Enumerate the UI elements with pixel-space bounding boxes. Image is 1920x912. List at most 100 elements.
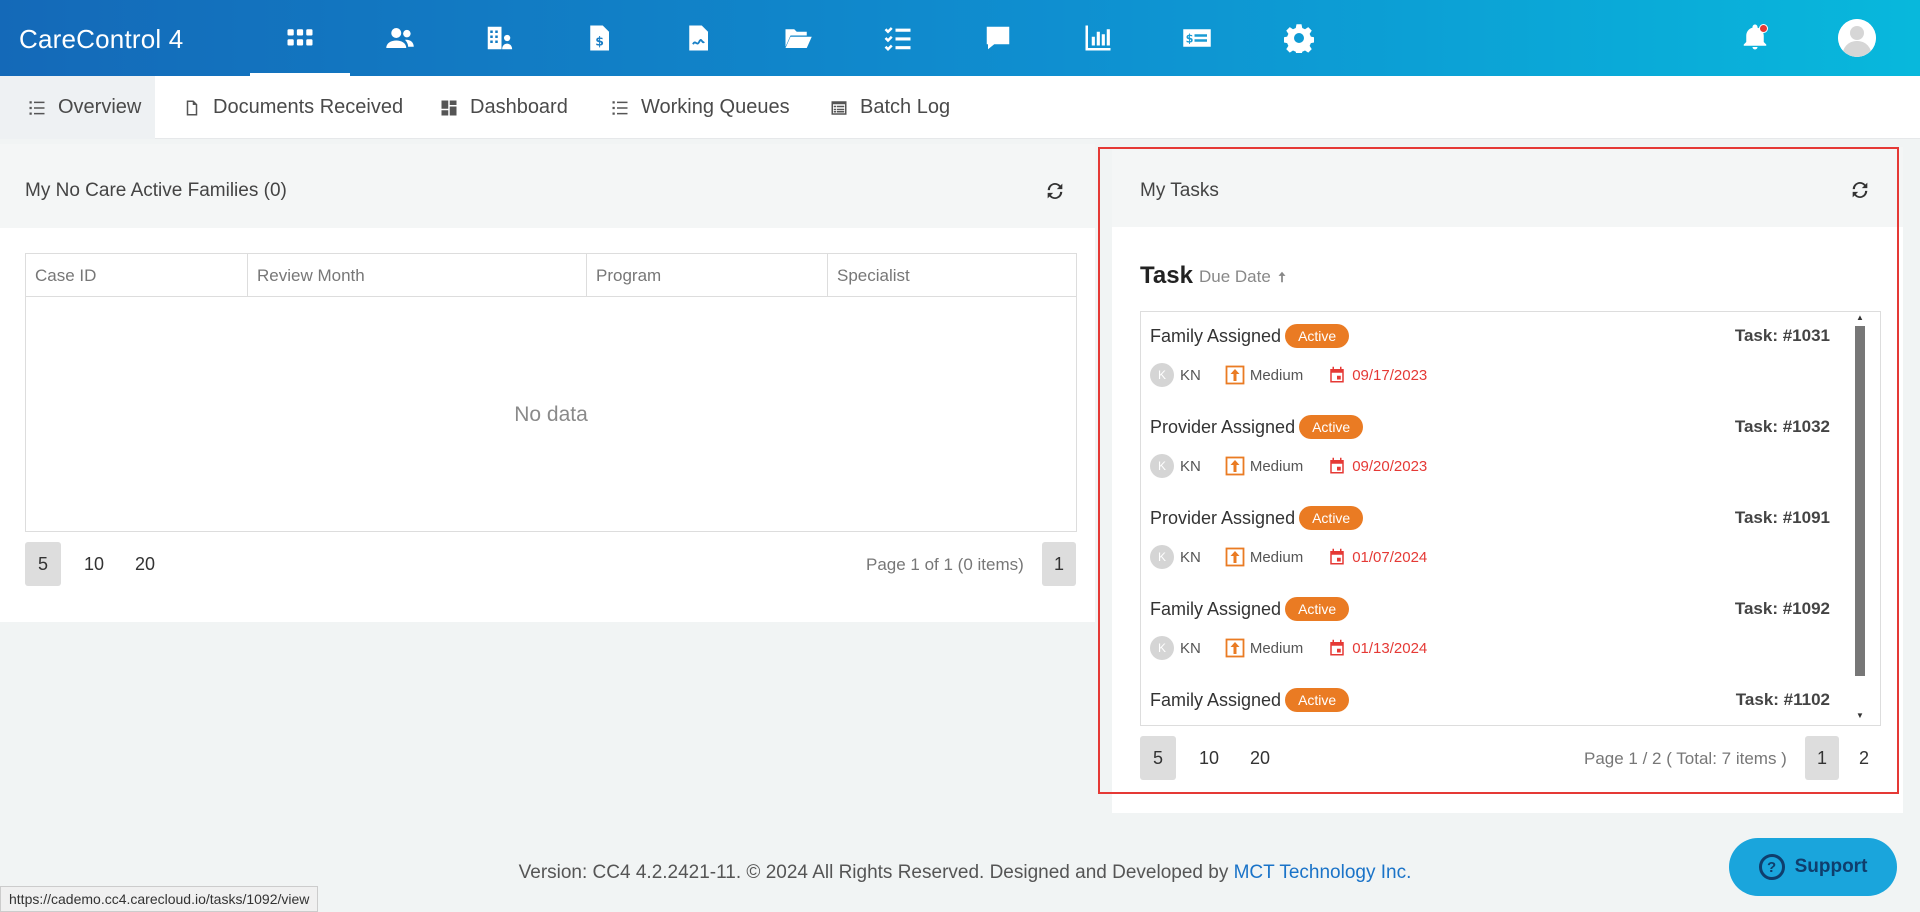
list-icon <box>29 100 45 115</box>
svg-text:$: $ <box>595 34 604 49</box>
due-date-value: 09/20/2023 <box>1352 457 1428 475</box>
tab-label: Batch Log <box>860 96 951 118</box>
task-column-header[interactable]: Task <box>1140 262 1193 290</box>
folder-open-icon[interactable] <box>769 16 827 60</box>
task-title: Provider Assigned <box>1150 416 1296 437</box>
page-number[interactable]: 2 <box>1847 736 1881 780</box>
priority: Medium <box>1225 638 1303 658</box>
page-number[interactable]: 1 <box>1805 736 1839 780</box>
status-bar-url: https://cademo.cc4.carecloud.io/tasks/10… <box>0 886 319 912</box>
column-header-program[interactable]: Program <box>587 254 828 297</box>
refresh-icon[interactable] <box>1044 180 1066 202</box>
support-button[interactable]: ? Support <box>1729 838 1897 896</box>
task-item[interactable]: Family Assigned Active Task: #1031 K KN Mediu… <box>1150 320 1850 406</box>
task-id[interactable]: Task: #1031 <box>1735 326 1830 346</box>
task-id[interactable]: Task: #1032 <box>1735 417 1830 437</box>
assignee-avatar: K <box>1150 454 1174 478</box>
scroll-down-arrow[interactable]: ▼ <box>1855 712 1865 720</box>
task-item[interactable]: Provider Assigned Active Task: #1032 K KN Med… <box>1150 411 1850 497</box>
tab-batch-log[interactable]: Batch Log <box>830 76 950 139</box>
task-title-row: Provider Assigned Active <box>1150 415 1364 439</box>
column-header-case-id[interactable]: Case ID <box>26 254 248 297</box>
calendar-icon <box>1330 548 1344 565</box>
status-badge: Active <box>1285 688 1350 712</box>
task-id[interactable]: Task: #1091 <box>1735 508 1830 528</box>
list-icon <box>612 100 628 115</box>
page-size-option[interactable]: 20 <box>1242 736 1278 780</box>
column-header-review-month[interactable]: Review Month <box>248 254 587 297</box>
priority: Medium <box>1225 456 1303 476</box>
app-title[interactable]: CareControl 4 <box>19 24 183 55</box>
notification-bell-icon[interactable] <box>1740 22 1774 56</box>
scroll-up-arrow[interactable]: ▲ <box>1855 314 1865 322</box>
panel-title: My Tasks <box>1140 180 1219 201</box>
tab-working-queues[interactable]: Working Queues <box>611 76 790 139</box>
due-date: 01/13/2024 <box>1328 639 1427 657</box>
status-badge: Active <box>1285 597 1350 621</box>
task-title: Provider Assigned <box>1150 507 1296 528</box>
no-care-families-table: Case ID Review Month Program Specialist … <box>25 253 1077 532</box>
support-label: Support <box>1794 856 1868 877</box>
task-item[interactable]: Family Assigned Active Task: #1102 <box>1150 684 1850 725</box>
task-list: Family Assigned Active Task: #1031 K KN Mediu… <box>1140 311 1881 726</box>
tab-label: Dashboard <box>470 96 568 118</box>
page-size-selector: 5 10 20 <box>25 542 178 586</box>
page-size-option[interactable]: 5 <box>25 542 61 586</box>
tab-label: Overview <box>58 96 142 118</box>
task-id[interactable]: Task: #1102 <box>1736 690 1830 710</box>
column-header-specialist[interactable]: Specialist <box>828 254 1076 297</box>
assignee-avatar: K <box>1150 636 1174 660</box>
document-signature-icon[interactable] <box>669 16 727 60</box>
company-link[interactable]: MCT Technology Inc. <box>1234 862 1412 883</box>
priority-label: Medium <box>1249 457 1304 475</box>
assignee-initials: KN <box>1180 457 1201 475</box>
page-size-option[interactable]: 20 <box>127 542 163 586</box>
scrollbar-thumb[interactable] <box>1855 326 1865 676</box>
notification-dot <box>1759 24 1768 33</box>
due-date-value: 09/17/2023 <box>1352 366 1428 384</box>
footer: Version: CC4 4.2.2421-11. © 2024 All Rig… <box>0 862 1920 884</box>
tab-dashboard[interactable]: Dashboard <box>440 76 568 139</box>
priority-label: Medium <box>1249 366 1304 384</box>
due-date-label: Due Date <box>1199 267 1271 286</box>
calendar-icon <box>1330 366 1344 383</box>
billing-card-icon[interactable]: $ <box>1168 16 1226 60</box>
calendar-icon <box>1330 457 1344 474</box>
tab-label: Working Queues <box>641 96 790 118</box>
task-meta: K KN Medium 09/17/2023 <box>1150 362 1427 388</box>
task-item[interactable]: Provider Assigned Active Task: #1091 K KN Med… <box>1150 502 1850 588</box>
page-info: Page 1 / 2 ( Total: 7 items ) <box>1584 749 1787 768</box>
priority: Medium <box>1225 547 1303 567</box>
users-icon[interactable] <box>371 16 429 60</box>
bar-chart-icon[interactable] <box>1069 16 1127 60</box>
status-badge: Active <box>1299 415 1364 439</box>
arrow-up-icon <box>1278 271 1286 283</box>
tab-overview[interactable]: Overview <box>0 76 155 139</box>
task-item[interactable]: Family Assigned Active Task: #1092 K KN Mediu… <box>1150 593 1850 679</box>
refresh-icon[interactable] <box>1849 179 1871 201</box>
priority-up-icon <box>1225 365 1245 385</box>
chat-icon[interactable] <box>969 16 1027 60</box>
task-id[interactable]: Task: #1092 <box>1735 599 1830 619</box>
invoice-icon[interactable]: $ <box>570 16 628 60</box>
checklist-icon[interactable] <box>869 16 927 60</box>
due-date: 09/20/2023 <box>1328 457 1427 475</box>
grid-icon[interactable] <box>250 16 350 76</box>
priority-up-icon <box>1225 456 1245 476</box>
task-title-row: Family Assigned Active <box>1150 597 1350 621</box>
page-number[interactable]: 1 <box>1042 542 1076 586</box>
page-size-option[interactable]: 10 <box>1191 736 1227 780</box>
building-icon[interactable] <box>470 16 528 60</box>
task-meta: K KN Medium 01/13/2024 <box>1150 635 1427 661</box>
user-avatar[interactable] <box>1838 19 1876 57</box>
task-title-row: Family Assigned Active <box>1150 324 1350 348</box>
priority-up-icon <box>1225 638 1245 658</box>
page-size-option[interactable]: 10 <box>76 542 112 586</box>
due-date-sort-button[interactable]: Due Date <box>1199 267 1289 287</box>
page-size-option[interactable]: 5 <box>1140 736 1176 780</box>
task-title: Family Assigned <box>1150 325 1282 346</box>
tab-documents-received[interactable]: Documents Received <box>183 76 403 139</box>
gear-icon[interactable] <box>1270 16 1328 60</box>
status-badge: Active <box>1299 506 1364 530</box>
task-title-row: Provider Assigned Active <box>1150 506 1364 530</box>
